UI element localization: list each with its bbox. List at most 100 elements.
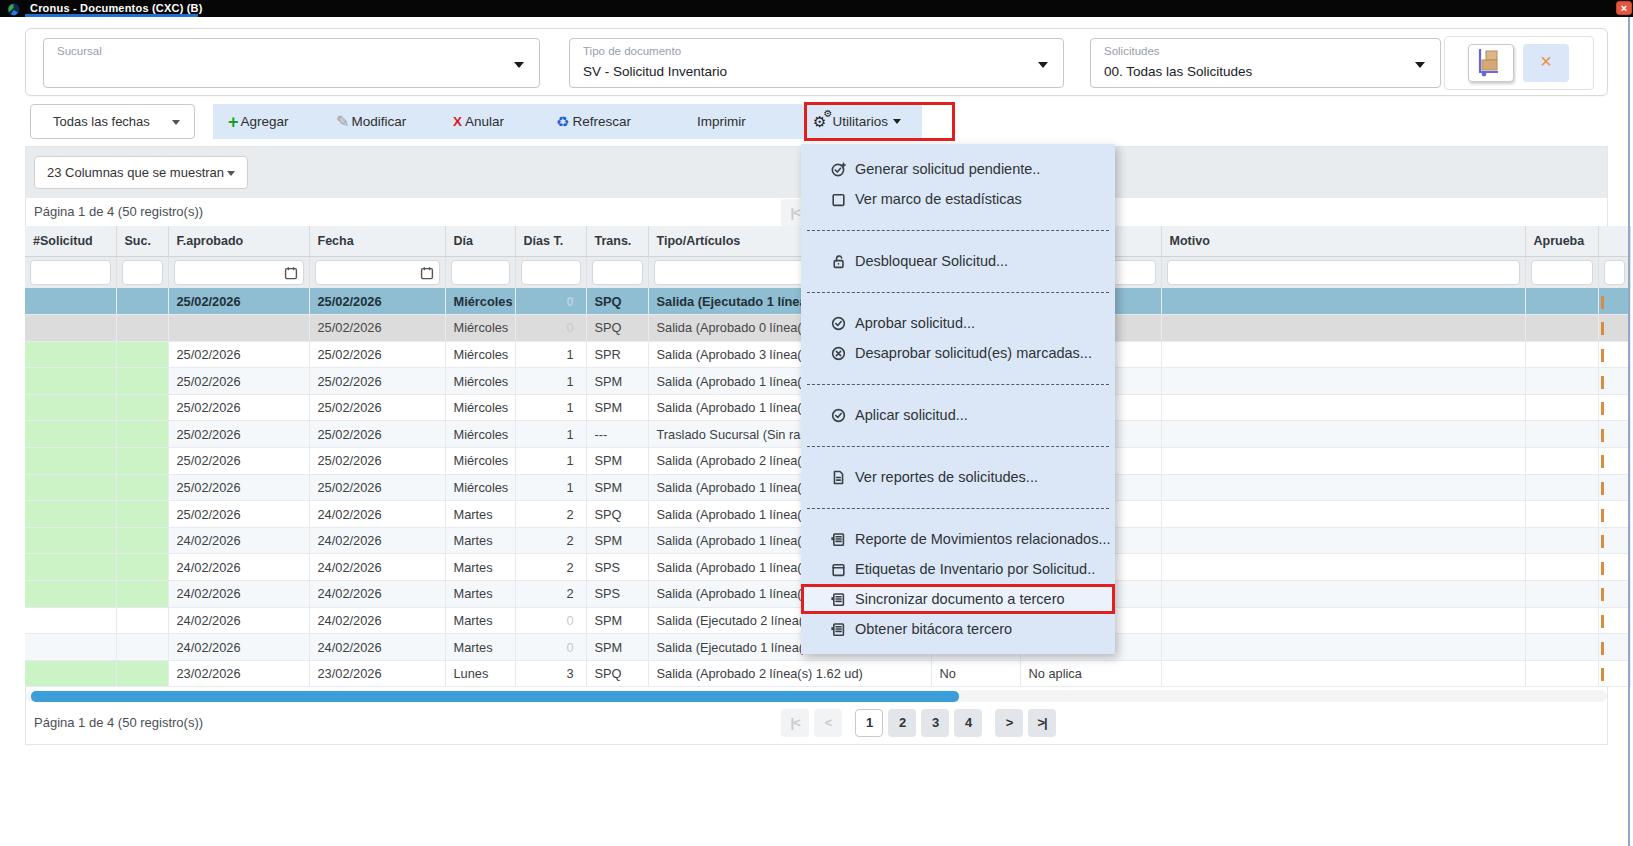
- column-header[interactable]: #Solicitud: [25, 226, 116, 256]
- date-filter-dropdown[interactable]: Todas las fechas: [30, 104, 195, 139]
- solicitudes-dropdown[interactable]: Solicitudes 00. Todas las Solicitudes: [1090, 38, 1441, 88]
- cell: [1525, 448, 1598, 475]
- page-button-1[interactable]: 1: [855, 709, 883, 737]
- menu-item[interactable]: Etiquetas de Inventario por Solicitud..: [801, 554, 1115, 584]
- agregar-button[interactable]: +Agregar: [228, 104, 289, 139]
- menu-item[interactable]: Sincronizar documento a tercero: [801, 584, 1115, 614]
- menu-item[interactable]: Ver reportes de solicitudes...: [801, 462, 1115, 492]
- cell: 0: [515, 634, 586, 661]
- page-button-3[interactable]: 3: [921, 709, 949, 737]
- hand-truck-icon: [1474, 48, 1508, 78]
- clipped-cell-marker: [1601, 509, 1604, 522]
- cell: SPQ: [586, 660, 648, 687]
- column-header[interactable]: Trans.: [586, 226, 648, 256]
- cell: 25/02/2026: [309, 288, 445, 315]
- cell: 24/02/2026: [168, 607, 309, 634]
- cell: SPM: [586, 368, 648, 395]
- page-button-4[interactable]: 4: [954, 709, 982, 737]
- menu-item[interactable]: Reporte de Movimientos relacionados...: [801, 524, 1115, 554]
- cell: [1525, 288, 1598, 315]
- cell: No: [931, 660, 1020, 687]
- cell: 25/02/2026: [309, 421, 445, 448]
- columns-dropdown[interactable]: 23 Columnas que se muestran: [34, 156, 248, 189]
- tipo-documento-dropdown[interactable]: Tipo de documento SV - Solicitud Inventa…: [569, 38, 1064, 88]
- column-header[interactable]: Días T.: [515, 226, 586, 256]
- clear-button[interactable]: ×: [1523, 44, 1569, 82]
- horizontal-scrollbar-thumb[interactable]: [31, 691, 959, 702]
- check-plus-icon: [830, 161, 855, 178]
- column-filter-input[interactable]: [1531, 260, 1593, 285]
- sucursal-dropdown[interactable]: Sucursal: [43, 38, 540, 88]
- cell: 23/02/2026: [309, 660, 445, 687]
- cell: [1161, 660, 1525, 687]
- column-header[interactable]: [1598, 226, 1630, 256]
- cell: [1161, 607, 1525, 634]
- cell: [1161, 474, 1525, 501]
- clipped-cell-marker: [1601, 668, 1604, 681]
- utilitarios-highlight-box: [804, 102, 955, 141]
- cell: 1: [515, 341, 586, 368]
- imprimir-button[interactable]: Imprimir: [697, 104, 746, 139]
- menu-item[interactable]: Desbloquear Solicitud...: [801, 246, 1115, 276]
- clipped-cell-marker: [1601, 349, 1604, 362]
- column-filter-input[interactable]: [122, 260, 163, 285]
- cell: 0: [515, 607, 586, 634]
- cell: [1161, 501, 1525, 528]
- menu-item[interactable]: Desaprobar solicitud(es) marcadas...: [801, 338, 1115, 368]
- menu-item[interactable]: Aplicar solicitud...: [801, 400, 1115, 430]
- column-filter-input[interactable]: [30, 260, 111, 285]
- file-icon: [830, 469, 855, 486]
- column-header[interactable]: Motivo: [1161, 226, 1525, 256]
- column-filter-input[interactable]: [1167, 260, 1520, 285]
- calendar-icon[interactable]: [284, 266, 298, 283]
- column-header[interactable]: Día: [445, 226, 515, 256]
- cell: [1525, 660, 1598, 687]
- column-filter-input[interactable]: [521, 260, 581, 285]
- first-page-button[interactable]: |<: [781, 709, 809, 737]
- cell: 25/02/2026: [168, 394, 309, 421]
- prev-page-button[interactable]: <: [814, 709, 842, 737]
- next-page-button[interactable]: >: [995, 709, 1023, 737]
- page-button-2[interactable]: 2: [888, 709, 916, 737]
- cell: [25, 501, 116, 528]
- menu-item-label: Aprobar solicitud...: [855, 315, 975, 331]
- chevron-down-icon: [1038, 62, 1048, 68]
- cell: 23/02/2026: [168, 660, 309, 687]
- cell: Martes: [445, 554, 515, 581]
- column-filter-input[interactable]: [451, 260, 510, 285]
- menu-item[interactable]: Obtener bitácora tercero: [801, 614, 1115, 644]
- cell: [1525, 368, 1598, 395]
- cart-button[interactable]: [1468, 44, 1514, 82]
- cell: [116, 660, 168, 687]
- column-header[interactable]: Suc.: [116, 226, 168, 256]
- anular-button[interactable]: XAnular: [453, 104, 504, 139]
- refrescar-button[interactable]: ♻Refrescar: [556, 104, 631, 139]
- report-icon: [830, 531, 855, 548]
- column-header[interactable]: Fecha: [309, 226, 445, 256]
- cell: Miércoles: [445, 448, 515, 475]
- cell: 24/02/2026: [168, 634, 309, 661]
- cell: 25/02/2026: [168, 288, 309, 315]
- cell: [116, 634, 168, 661]
- cell: 24/02/2026: [309, 554, 445, 581]
- chevron-down-icon: [514, 62, 524, 68]
- last-page-button[interactable]: >|: [1028, 709, 1056, 737]
- table-row[interactable]: 23/02/202623/02/2026Lunes3SPQSalida (Apr…: [25, 660, 1630, 687]
- cell: [1161, 634, 1525, 661]
- close-button[interactable]: ×: [1616, 1, 1632, 15]
- menu-item[interactable]: Ver marco de estadísticas: [801, 184, 1115, 214]
- cell: Miércoles: [445, 368, 515, 395]
- modificar-button[interactable]: ✎Modificar: [336, 104, 406, 139]
- column-header[interactable]: F.aprobado: [168, 226, 309, 256]
- cell: SPM: [586, 634, 648, 661]
- cell: 2: [515, 501, 586, 528]
- menu-item[interactable]: Aprobar solicitud...: [801, 308, 1115, 338]
- column-filter-input[interactable]: [1604, 260, 1625, 285]
- column-header[interactable]: Aprueba: [1525, 226, 1598, 256]
- cell: Martes: [445, 581, 515, 608]
- cell: SPQ: [586, 315, 648, 342]
- menu-item[interactable]: Generar solicitud pendiente..: [801, 154, 1115, 184]
- calendar-icon[interactable]: [420, 266, 434, 283]
- column-filter-input[interactable]: [592, 260, 643, 285]
- cell: [1525, 581, 1598, 608]
